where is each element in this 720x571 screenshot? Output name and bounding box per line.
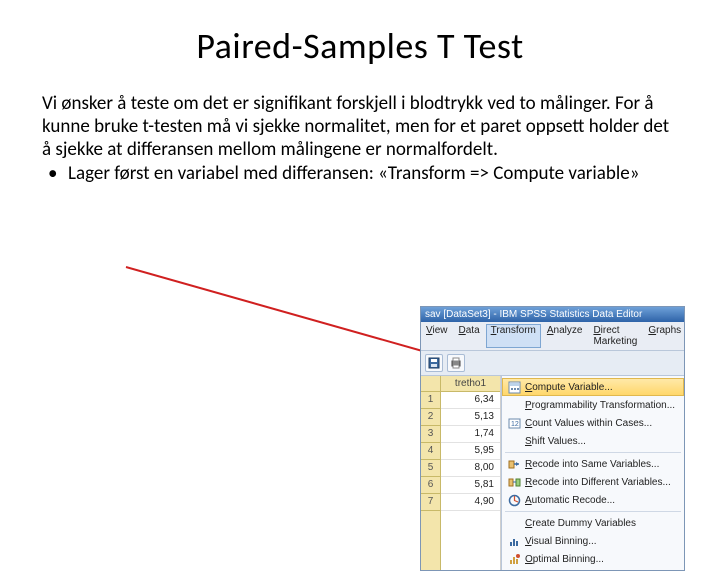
row-number: 4 [421, 443, 440, 460]
auto-recode-icon [507, 493, 521, 507]
menu-item-programmability-transformation[interactable]: Programmability Transformation... [502, 396, 684, 414]
count-icon: 12 [507, 416, 521, 430]
menu-item-label: Create Dummy Variables [525, 518, 636, 529]
data-cell[interactable]: 5,81 [441, 477, 500, 494]
menu-data[interactable]: Data [454, 324, 485, 348]
menu-item-shift-values[interactable]: Shift Values... [502, 432, 684, 450]
print-icon[interactable] [447, 354, 465, 372]
menu-item-visual-binning[interactable]: Visual Binning... [502, 532, 684, 550]
row-number: 1 [421, 392, 440, 409]
menu-analyze[interactable]: Analyze [542, 324, 588, 348]
menu-separator [505, 452, 681, 453]
spss-toolbar [421, 351, 684, 376]
blank-icon [507, 516, 521, 530]
visual-bin-icon [507, 534, 521, 548]
data-column: tretho1 6,345,131,745,958,005,814,90 [441, 376, 501, 570]
save-icon[interactable] [425, 354, 443, 372]
bullet-item: • Lager først en variabel med differanse… [42, 162, 678, 185]
menu-item-label: Visual Binning... [525, 536, 597, 547]
menu-item-create-dummy-variables[interactable]: Create Dummy Variables [502, 514, 684, 532]
menu-direct-marketing[interactable]: Direct Marketing [588, 324, 642, 348]
menu-item-recode-into-different-variables[interactable]: Recode into Different Variables... [502, 473, 684, 491]
data-cell[interactable]: 5,13 [441, 409, 500, 426]
spss-titlebar: sav [DataSet3] - IBM SPSS Statistics Dat… [421, 307, 684, 322]
row-number: 6 [421, 477, 440, 494]
blank-icon [507, 398, 521, 412]
data-cell[interactable]: 6,34 [441, 392, 500, 409]
menu-item-label: Recode into Same Variables... [525, 459, 659, 470]
data-cell[interactable]: 1,74 [441, 426, 500, 443]
transform-dropdown: Compute Variable... Programmability Trans… [501, 376, 684, 570]
row-number: 3 [421, 426, 440, 443]
spss-window: sav [DataSet3] - IBM SPSS Statistics Dat… [420, 306, 685, 571]
menu-separator [505, 511, 681, 512]
blank-icon [507, 434, 521, 448]
menu-item-label: Shift Values... [525, 436, 586, 447]
pointer-arrow [118, 252, 458, 372]
menu-transform[interactable]: Transform [486, 324, 541, 348]
menu-item-recode-into-same-variables[interactable]: Recode into Same Variables... [502, 455, 684, 473]
bullet-marker: • [42, 162, 68, 185]
menu-item-optimal-binning[interactable]: Optimal Binning... [502, 550, 684, 568]
menu-item-label: Recode into Different Variables... [525, 477, 671, 488]
row-number: 5 [421, 460, 440, 477]
row-number: 7 [421, 494, 440, 511]
menu-item-label: Programmability Transformation... [525, 400, 675, 411]
data-cell[interactable]: 5,95 [441, 443, 500, 460]
compute-icon [507, 380, 521, 394]
menu-graphs[interactable]: Graphs [643, 324, 686, 348]
slide-title: Paired-Samples T Test [0, 24, 720, 68]
menu-item-label: Optimal Binning... [525, 554, 604, 565]
svg-text:12: 12 [511, 421, 519, 428]
bullet-text: Lager først en variabel med differansen:… [68, 162, 678, 185]
optimal-bin-icon [507, 552, 521, 566]
recode-diff-icon [507, 475, 521, 489]
recode-same-icon [507, 457, 521, 471]
body-paragraph: Vi ønsker å teste om det er signifikant … [42, 92, 678, 162]
menu-item-compute-variable[interactable]: Compute Variable... [502, 378, 684, 396]
spss-menubar: ViewDataTransformAnalyzeDirect Marketing… [421, 322, 684, 351]
row-number-column: 1234567 [421, 376, 441, 570]
column-header: tretho1 [441, 376, 500, 392]
spss-body: 1234567 tretho1 6,345,131,745,958,005,81… [421, 376, 684, 570]
menu-view[interactable]: View [421, 324, 453, 348]
menu-item-label: Automatic Recode... [525, 495, 615, 506]
menu-item-count-values-within-cases[interactable]: 12 Count Values within Cases... [502, 414, 684, 432]
menu-item-label: Count Values within Cases... [525, 418, 652, 429]
menu-item-automatic-recode[interactable]: Automatic Recode... [502, 491, 684, 509]
data-cell[interactable]: 4,90 [441, 494, 500, 511]
menu-item-label: Compute Variable... [525, 382, 613, 393]
data-cell[interactable]: 8,00 [441, 460, 500, 477]
row-number: 2 [421, 409, 440, 426]
